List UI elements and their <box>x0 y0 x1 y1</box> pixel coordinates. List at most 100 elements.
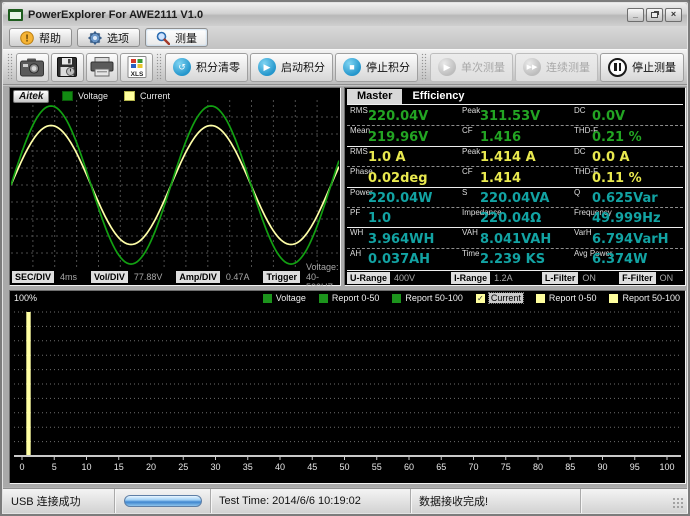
harmonics-legend-item[interactable]: Report 0-50 <box>536 293 597 303</box>
measurement-value: 6.794VarH <box>592 232 669 247</box>
integration-reset-button[interactable]: ↺ 积分清零 <box>165 53 248 82</box>
measurement-row: AH0.037AHTime2.239 KSAvg Power6.374W <box>347 249 683 268</box>
measurement-row: Power220.04WS220.04VAQ0.625Var <box>347 188 683 208</box>
secdiv-chip: SEC/DIV <box>12 271 54 283</box>
i-range-chip: I-Range <box>451 272 490 284</box>
voldiv-value: 77.88V <box>134 272 163 282</box>
scope-status-bar: SEC/DIV 4ms Vol/DIV 77.88V Amp/DIV 0.47A… <box>12 270 338 283</box>
scope-legend-current[interactable]: Current <box>124 91 170 101</box>
measurement-value: 220.04V <box>368 109 428 124</box>
harmonics-legend-item[interactable]: Report 50-100 <box>609 293 680 303</box>
restore-button[interactable] <box>646 8 663 22</box>
measurement-value: 49.999Hz <box>592 211 661 226</box>
measurement-row: Phase0.02degCF1.414THD-F0.11 % <box>347 167 683 187</box>
menu-tab-label: 选项 <box>107 30 129 46</box>
measurement-label: DC <box>574 147 586 156</box>
voltage-swatch-icon <box>62 91 73 101</box>
camera-icon <box>20 58 44 77</box>
measurement-label: Q <box>574 188 580 197</box>
start-integration-button[interactable]: ▶ 启动积分 <box>250 53 333 82</box>
y-axis-max-label: 100% <box>14 293 37 303</box>
single-measure-button[interactable]: ▶ 单次测量 <box>430 53 513 82</box>
measurement-row: WH3.964WHVAH8.041VAHVarH6.794VarH <box>347 228 683 248</box>
measurement-row: RMS1.0 APeak1.414 ADC0.0 A <box>347 147 683 167</box>
minimize-button[interactable]: _ <box>627 8 644 22</box>
usb-status-text: USB 连接成功 <box>11 493 81 509</box>
measurement-value: 0.037AH <box>368 252 430 267</box>
measurement-panel: Master Efficiency RMS220.04VPeak311.53VD… <box>344 87 686 286</box>
harmonics-legend-item[interactable]: Voltage <box>263 293 306 303</box>
measurement-cell: Time2.239 KS <box>459 249 571 268</box>
measurement-label: CF <box>462 167 473 176</box>
measurement-row: Mean219.96VCF1.416THD-F0.21 % <box>347 126 683 146</box>
app-icon <box>8 9 23 21</box>
svg-text:55: 55 <box>372 462 382 472</box>
svg-text:XLS: XLS <box>130 71 143 78</box>
scope-legend-voltage[interactable]: Voltage <box>62 91 108 101</box>
legend-label: Voltage <box>276 293 306 303</box>
checked-swatch-icon: ✓ <box>476 294 485 303</box>
measurement-label: Mean <box>350 126 370 135</box>
harmonics-legend-item[interactable]: Report 0-50 <box>319 293 380 303</box>
measurement-value: 0.0V <box>592 109 625 124</box>
harmonics-legend-item[interactable]: Report 50-100 <box>392 293 463 303</box>
button-label: 连续测量 <box>546 59 590 75</box>
menu-tab-help[interactable]: ! 帮助 <box>9 28 72 47</box>
measurement-label: RMS <box>350 106 368 115</box>
measurement-cell: DC 0.0 A <box>571 147 683 166</box>
stop-integration-button[interactable]: ■ 停止积分 <box>335 53 418 82</box>
stop-icon: ■ <box>343 58 361 76</box>
snapshot-button[interactable] <box>16 53 49 82</box>
svg-text:80: 80 <box>533 462 543 472</box>
save-button[interactable] <box>51 53 84 82</box>
tab-efficiency[interactable]: Efficiency <box>402 89 474 104</box>
test-time-section: Test Time: 2014/6/6 10:19:02 <box>211 489 411 513</box>
measurement-cell: CF1.414 <box>459 167 571 186</box>
measurement-cell: Avg Power6.374W <box>571 249 683 268</box>
stop-measure-button[interactable]: 停止测量 <box>600 53 684 82</box>
toolbar-grip[interactable] <box>7 53 13 81</box>
continuous-measure-button[interactable]: ▶▶ 连续测量 <box>515 53 598 82</box>
measurement-value: 8.041VAH <box>480 232 551 247</box>
close-button[interactable]: × <box>665 8 682 22</box>
measurement-label: DC <box>574 106 586 115</box>
print-button[interactable] <box>86 53 119 82</box>
f-filter-value: ON <box>660 273 674 283</box>
progress-section <box>115 489 211 513</box>
measurement-value: 0.0 A <box>592 150 630 165</box>
measurement-tabs: Master Efficiency <box>347 89 683 105</box>
harmonics-legend-item[interactable]: ✓Current <box>476 293 523 303</box>
i-range-value: 1.2A <box>494 273 513 283</box>
legend-label: Report 0-50 <box>549 293 597 303</box>
progress-bar <box>124 495 202 507</box>
measurement-cell: Q0.625Var <box>571 188 683 207</box>
measurement-label: PF <box>350 208 360 217</box>
svg-text:90: 90 <box>597 462 607 472</box>
reset-icon: ↺ <box>173 58 191 76</box>
measurement-value: 220.04Ω <box>480 211 541 226</box>
harmonics-canvas: 0510152025303540455055606570758085909510… <box>12 304 683 482</box>
toolbar-grip[interactable] <box>421 53 427 81</box>
menu-tab-options[interactable]: 选项 <box>77 28 140 47</box>
menu-tab-measure[interactable]: 测量 <box>145 28 208 47</box>
measurement-value: 0.02deg <box>368 171 428 186</box>
tab-master[interactable]: Master <box>347 89 402 104</box>
measurement-value: 1.0 <box>368 211 391 226</box>
legend-label: Voltage <box>78 91 108 101</box>
export-excel-button[interactable]: XLS <box>120 53 153 82</box>
measurement-label: S <box>462 188 467 197</box>
toolbar-grip[interactable] <box>156 53 162 81</box>
pause-icon <box>608 58 627 77</box>
svg-text:15: 15 <box>114 462 124 472</box>
button-label: 停止测量 <box>632 59 676 75</box>
measurement-cell: Phase0.02deg <box>347 167 459 186</box>
measurement-cell: THD-F0.21 % <box>571 126 683 145</box>
resize-grip[interactable] <box>672 497 685 510</box>
title-bar: PowerExplorer For AWE2111 V1.0 _ × <box>3 3 687 26</box>
measurement-cell: CF1.416 <box>459 126 571 145</box>
u-range-chip: U-Range <box>347 272 390 284</box>
magnifier-icon <box>156 31 170 45</box>
f-filter-group: F-Filter ON <box>619 272 683 284</box>
svg-text:!: ! <box>25 33 28 44</box>
legend-label: Report 50-100 <box>405 293 463 303</box>
